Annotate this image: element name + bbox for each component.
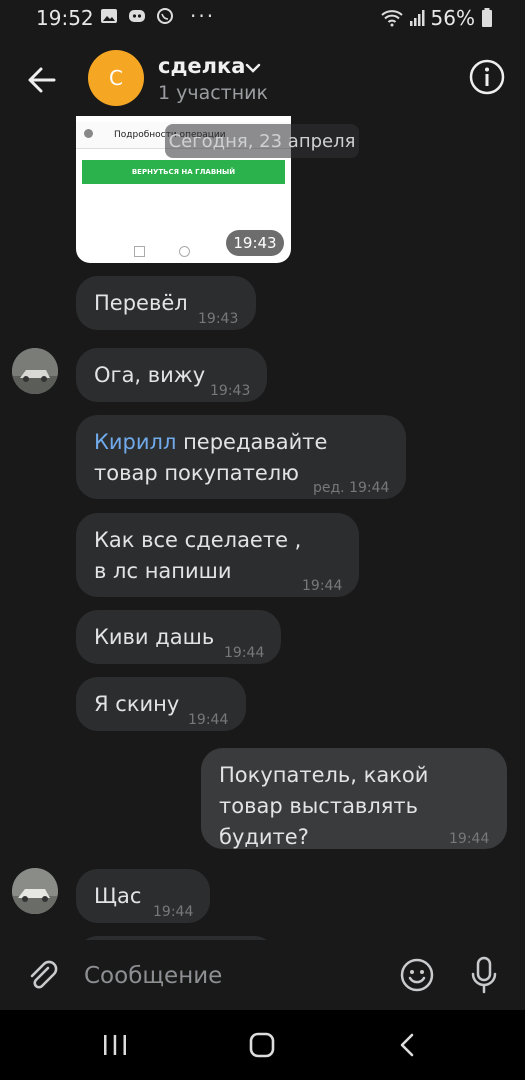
whatsapp-icon [157,8,173,24]
message-list[interactable]: Подробности операции ВЕРНУТЬСЯ НА ГЛАВНЫ… [0,116,525,940]
status-time: 19:52 [36,6,94,30]
recent-apps-icon[interactable] [95,1028,135,1062]
message-time: 19:44 [224,645,265,661]
message-bubble[interactable]: Кирилл передавайте товар покупателю ред.… [76,415,406,499]
message-text: Киви дашь [94,625,215,649]
date-divider: Сегодня, 23 апреля [165,124,359,158]
message-text: Как все сделаете , в лс напиши [94,528,302,583]
info-small-icon [84,129,93,138]
message-bubble[interactable]: Ога, вижу 19:43 [76,348,267,402]
message-time: ред. 19:44 [313,480,390,496]
message-bubble[interactable]: Я скину 19:44 [76,677,246,731]
gallery-icon [101,9,117,23]
message-time: 19:44 [302,578,343,594]
image-nav-circle [179,246,190,257]
chevron-down-icon[interactable] [245,62,261,74]
back-nav-icon[interactable] [388,1028,428,1062]
system-indicators: 56% [380,6,493,30]
status-bar: 19:52 ··· 56% [0,0,525,38]
more-notifications-icon: ··· [190,4,216,28]
back-arrow-icon[interactable] [22,60,62,100]
message-text: Перевёл [94,291,188,315]
avatar[interactable] [12,868,58,914]
car-photo-icon [12,348,58,394]
paperclip-icon[interactable] [24,958,58,992]
image-time: 19:43 [226,230,284,256]
message-time: 19:44 [188,712,229,728]
signal-icon [409,10,425,26]
message-time: 19:43 [210,383,251,399]
battery-icon [482,8,492,27]
message-bubble[interactable]: Как все сделаете , в лс напиши 19:44 [76,513,359,597]
message-text: Покупатель, какой товар выставлять будит… [219,763,429,849]
message-input[interactable] [82,956,386,996]
emoji-icon[interactable] [399,957,435,993]
message-text: Я скину [94,692,180,716]
message-time: 19:44 [449,831,490,847]
message-text: Щас [94,884,142,908]
image-nav-square [134,246,145,257]
notification-icons [100,7,174,25]
info-icon[interactable] [468,58,506,96]
message-bubble[interactable]: Киви дашь 19:44 [76,610,281,664]
chat-title[interactable]: сделка [158,54,245,78]
chat-avatar[interactable]: С [88,50,144,106]
discord-icon [129,10,145,22]
home-icon[interactable] [242,1028,282,1062]
message-bubble[interactable]: Щас 19:44 [76,869,210,923]
avatar[interactable] [12,348,58,394]
message-bubble[interactable]: Перевёл 19:43 [76,276,256,330]
chat-subtitle: 1 участник [158,82,269,104]
wifi-icon [380,10,403,27]
outgoing-message-bubble[interactable]: Покупатель, какой товар выставлять будит… [201,748,507,849]
mention-link[interactable]: Кирилл [94,430,176,454]
message-text: Ога, вижу [94,363,206,387]
message-time: 19:43 [198,311,239,327]
image-green-button: ВЕРНУТЬСЯ НА ГЛАВНЫЙ [82,160,285,184]
system-nav-bar [0,1010,525,1080]
message-time: 19:44 [153,904,194,920]
battery-percent: 56% [430,6,475,30]
car-photo-icon [12,868,58,914]
chat-header: С сделка 1 участник [0,40,525,116]
microphone-icon[interactable] [468,956,500,994]
message-composer [0,940,525,1010]
